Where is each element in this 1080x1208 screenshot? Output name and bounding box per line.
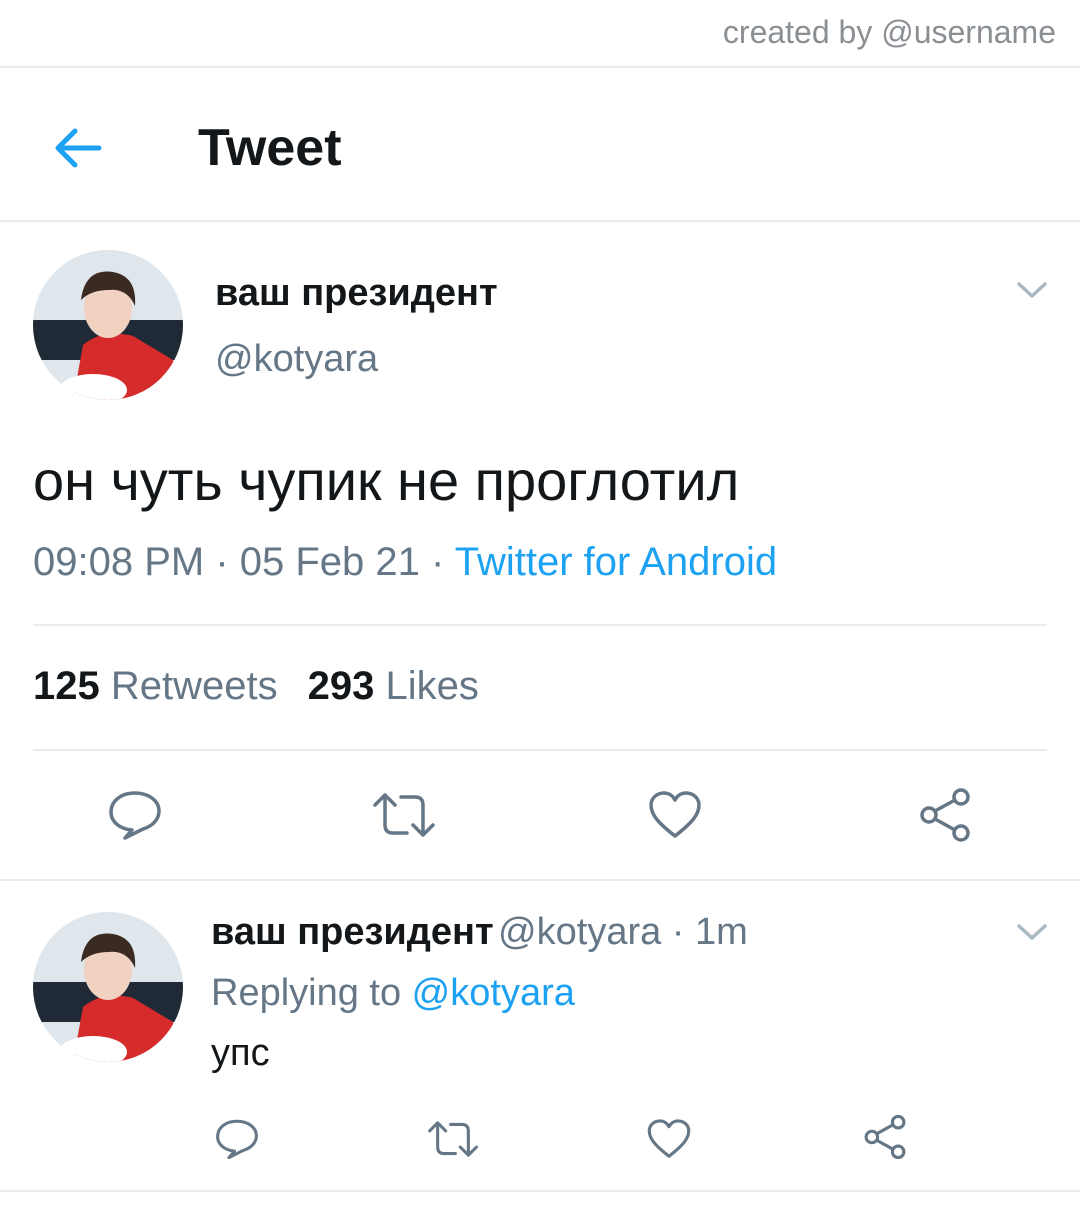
reply-divider	[0, 1190, 1080, 1192]
speech-bubble-icon	[216, 1119, 258, 1160]
reply-like-button[interactable]	[640, 1110, 698, 1168]
tweet-meta: 09:08 PM · 05 Feb 21 · Twitter for Andro…	[33, 540, 777, 585]
reply-header: ваш президент @kotyara · 1m	[211, 911, 748, 954]
tweet-date: 05 Feb 21	[239, 540, 420, 584]
meta-separator: ·	[204, 540, 240, 584]
chevron-down-icon	[1017, 282, 1047, 298]
replying-to-line: Replying to @kotyara	[211, 972, 575, 1015]
header-divider	[0, 220, 1080, 222]
reply-author-handle[interactable]: @kotyara	[498, 911, 661, 953]
back-button[interactable]	[42, 112, 114, 184]
heart-icon	[649, 791, 701, 838]
reply-author-name[interactable]: ваш президент	[211, 911, 494, 953]
replying-to-label: Replying to	[211, 972, 412, 1014]
tweet-time: 09:08 PM	[33, 540, 205, 584]
reply-share-button[interactable]	[856, 1108, 914, 1166]
speech-bubble-icon	[109, 791, 161, 840]
share-button[interactable]	[910, 780, 980, 850]
tweet-stats: 125 Retweets 293 Likes	[33, 664, 479, 709]
likes-stat[interactable]: 293 Likes	[308, 664, 479, 708]
tweet-divider	[0, 879, 1080, 881]
likes-count: 293	[307, 664, 375, 708]
tweet-options-button[interactable]	[1014, 278, 1050, 307]
author-handle[interactable]: @kotyara	[215, 338, 378, 381]
share-icon	[920, 788, 970, 842]
chevron-down-icon	[1017, 924, 1047, 940]
meta-separator: ·	[419, 540, 455, 584]
tweet-source-link[interactable]: Twitter for Android	[455, 540, 777, 584]
retweet-icon	[373, 793, 435, 837]
reply-text: упс	[211, 1032, 270, 1074]
retweets-count: 125	[33, 664, 100, 708]
tweet-text: он чуть чупик не проглотил	[33, 449, 740, 512]
arrow-left-icon	[55, 128, 102, 168]
heart-icon	[647, 1119, 691, 1158]
author-name[interactable]: ваш президент	[215, 272, 498, 315]
replying-to-handle[interactable]: @kotyara	[412, 972, 575, 1014]
likes-label: Likes	[385, 664, 479, 708]
stats-divider	[33, 749, 1047, 751]
meta-divider	[33, 624, 1047, 626]
like-button[interactable]	[640, 780, 710, 850]
creator-credit: created by @username	[722, 14, 1056, 50]
credit-divider	[0, 66, 1080, 68]
reply-options-button[interactable]	[1014, 920, 1050, 949]
author-avatar[interactable]	[33, 250, 183, 400]
retweet-button[interactable]	[369, 780, 439, 850]
retweets-stat[interactable]: 125 Retweets	[33, 664, 278, 708]
page-title: Tweet	[198, 119, 342, 177]
reply-time-separator: ·	[661, 911, 696, 953]
retweet-icon	[428, 1121, 478, 1157]
reply-time: 1m	[695, 911, 748, 953]
retweets-label: Retweets	[110, 664, 278, 708]
reply-author-avatar[interactable]	[33, 912, 183, 1062]
avatar-image	[33, 912, 183, 1062]
reply-retweet-button[interactable]	[424, 1110, 482, 1168]
share-icon	[864, 1114, 906, 1160]
avatar-image	[33, 250, 183, 400]
reply-button[interactable]	[100, 780, 170, 850]
reply-reply-button[interactable]	[208, 1110, 266, 1168]
